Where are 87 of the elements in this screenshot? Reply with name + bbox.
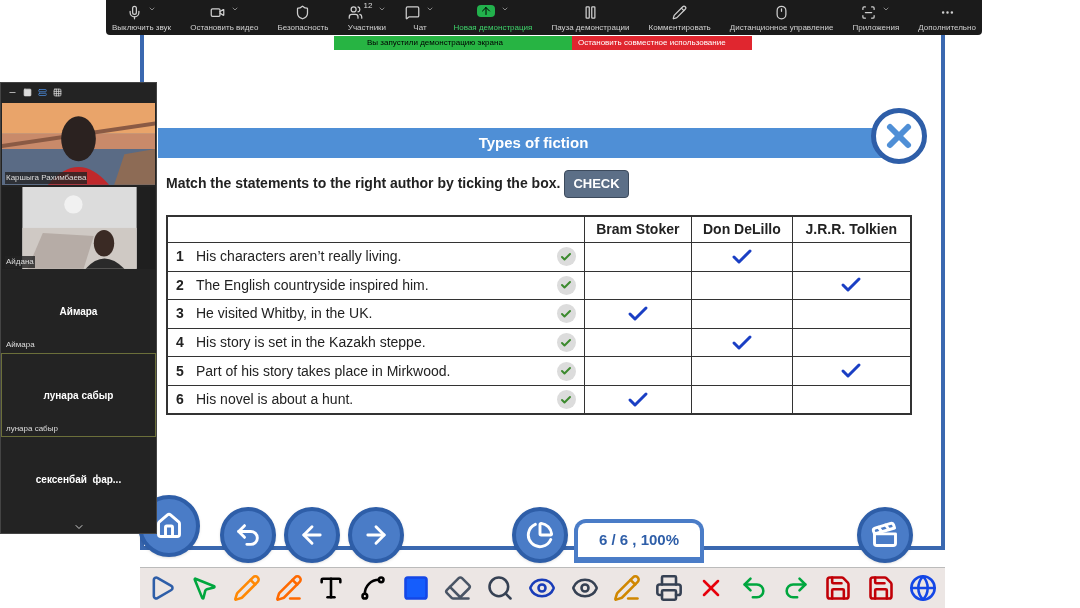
house-icon: [155, 512, 183, 540]
toolbar-button[interactable]: Выключить звук: [110, 2, 174, 33]
eraser-icon[interactable]: [443, 574, 472, 602]
curve-icon[interactable]: [359, 574, 388, 602]
square-icon[interactable]: [401, 574, 430, 602]
shield-icon: [295, 5, 311, 20]
pie-icon: [526, 521, 554, 549]
participant-tile[interactable]: Айдана: [1, 185, 156, 270]
participant-display-name: сексенбай фар...: [35, 472, 122, 487]
caret-icon[interactable]: [148, 5, 157, 13]
column-header: Bram Stoker: [584, 215, 692, 243]
page-indicator-text: 6 / 6 , 100%: [598, 529, 680, 550]
statement-text: His story is set in the Kazakh steppe.: [196, 333, 427, 353]
answer-cell[interactable]: [584, 271, 692, 300]
participant-display-name: Аймара: [59, 305, 98, 319]
answer-cell[interactable]: [691, 242, 793, 272]
row-number: 3: [176, 304, 185, 324]
participant-tile[interactable]: Каршыга Рахимбаева: [1, 101, 156, 186]
answer-cell[interactable]: [584, 356, 692, 386]
pencil-icon: [672, 5, 688, 20]
check-button[interactable]: CHECK: [564, 170, 629, 198]
redo-icon[interactable]: [782, 574, 810, 602]
close-button[interactable]: [871, 108, 927, 164]
toolbar-button[interactable]: Безопасность: [275, 2, 331, 33]
chat-bubble-icon: [405, 5, 421, 20]
answer-cell[interactable]: [584, 328, 692, 357]
save-icon[interactable]: [866, 574, 895, 602]
magnifier-icon[interactable]: [486, 574, 515, 602]
participant-tile[interactable]: Аймара Аймара: [1, 269, 156, 354]
toolbar-button[interactable]: Комментировать: [646, 2, 713, 33]
row-number: 4: [176, 333, 185, 353]
caret-icon[interactable]: [882, 5, 891, 13]
next-button[interactable]: [348, 507, 404, 563]
toolbar-button[interactable]: 12 Участники: [345, 2, 389, 33]
statement-text: Part of his story takes place in Mirkwood.: [196, 361, 452, 381]
statement-text: His characters aren’t really living.: [196, 247, 403, 267]
answer-cell[interactable]: [691, 356, 793, 386]
row-number: 2: [176, 275, 185, 295]
people-icon: [347, 5, 363, 20]
answer-cell[interactable]: [584, 299, 692, 329]
toolbar-button[interactable]: Приложения: [850, 2, 902, 33]
pause-icon: [582, 5, 598, 20]
curved-arrow-icon: [234, 521, 262, 549]
media-button[interactable]: [857, 507, 913, 563]
stop-share-button[interactable]: Остановить совместное использование: [572, 36, 752, 50]
participant-name: лунара сабыр: [5, 423, 59, 436]
toolbar-button[interactable]: Чат: [403, 2, 437, 33]
toolbar-button[interactable]: Дистанционное управление: [727, 2, 836, 33]
back-button[interactable]: [220, 507, 276, 563]
statement-text: His novel is about a hunt.: [196, 390, 355, 409]
video-camera-icon: [209, 5, 225, 20]
caret-icon[interactable]: [500, 5, 509, 13]
toolbar-button[interactable]: Остановить видео: [188, 2, 261, 33]
exercise-title: Types of fiction: [478, 132, 589, 153]
save-icon[interactable]: [824, 574, 853, 602]
row-number: 1: [176, 247, 185, 267]
grid-view-icon[interactable]: [53, 87, 62, 97]
participant-name: Аймара: [5, 339, 36, 352]
window-icon[interactable]: [23, 87, 32, 97]
answer-cell[interactable]: [691, 328, 793, 357]
list-view-icon[interactable]: [38, 87, 47, 97]
previous-button[interactable]: [284, 507, 340, 563]
pie-button[interactable]: [512, 507, 568, 563]
participant-display-name: лунара сабыр: [43, 388, 114, 403]
participant-tile[interactable]: лунара сабыр лунара сабыр: [1, 353, 156, 438]
status-text: Вы запустили демонстрацию экрана: [367, 37, 503, 49]
caret-icon[interactable]: [378, 5, 387, 13]
instruction-text: Match the statements to the right author by ticking the box.: [166, 174, 561, 194]
toolbar-button[interactable]: Новая демонстрация: [451, 2, 535, 33]
answer-cell[interactable]: [691, 271, 793, 300]
answer-cell[interactable]: [691, 299, 793, 329]
row-number: 6: [176, 390, 185, 409]
printer-icon[interactable]: [655, 574, 684, 602]
toolbar-button[interactable]: Пауза демонстрации: [549, 2, 632, 33]
caret-icon[interactable]: [230, 5, 239, 13]
globe-icon[interactable]: [908, 574, 937, 602]
microphone-icon: [127, 5, 143, 20]
toolbar-button[interactable]: Дополнительно: [916, 2, 978, 33]
row-number: 5: [176, 361, 185, 381]
statement-text: The English countryside inspired him.: [196, 275, 430, 295]
column-header: Don DeLillo: [691, 215, 793, 243]
up-arrow-icon: [479, 5, 492, 17]
participant-tile[interactable]: сексенбай фар...: [1, 437, 156, 521]
caret-icon[interactable]: [426, 5, 435, 13]
answer-cell[interactable]: [584, 242, 692, 272]
participant-count: 12: [363, 2, 373, 10]
statement-text: He visited Whitby, in the UK.: [196, 304, 374, 324]
